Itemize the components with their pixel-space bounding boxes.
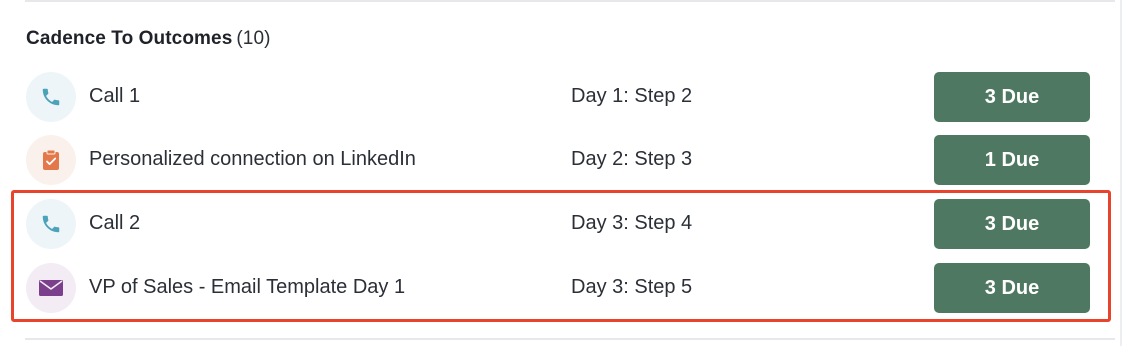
due-button[interactable]: 3 Due [934, 199, 1090, 249]
row-step: Day 3: Step 4 [571, 212, 693, 234]
bottom-divider [25, 338, 1115, 340]
row-step: Day 2: Step 3 [571, 148, 693, 170]
section-count: (10) [236, 28, 271, 49]
top-divider [25, 0, 1115, 2]
due-button[interactable]: 3 Due [934, 72, 1090, 122]
list-item[interactable]: Call 1 Day 1: Step 2 3 Due [0, 72, 1122, 122]
call-type-badge [26, 199, 76, 249]
row-name[interactable]: Call 2 [89, 212, 140, 235]
row-name[interactable]: Personalized connection on LinkedIn [89, 148, 416, 171]
section-header: Cadence To Outcomes (10) [26, 28, 271, 50]
row-name[interactable]: Call 1 [89, 85, 140, 108]
phone-icon [42, 215, 60, 233]
row-name[interactable]: VP of Sales - Email Template Day 1 [89, 276, 405, 299]
list-item[interactable]: Call 2 Day 3: Step 4 3 Due [0, 199, 1122, 249]
list-item[interactable]: VP of Sales - Email Template Day 1 Day 3… [0, 263, 1122, 313]
clipboard-icon [43, 149, 59, 170]
due-button[interactable]: 3 Due [934, 263, 1090, 313]
row-step: Day 1: Step 2 [571, 85, 693, 107]
envelope-icon [39, 280, 63, 296]
phone-icon [42, 88, 60, 106]
email-type-badge [26, 263, 76, 313]
row-step: Day 3: Step 5 [571, 276, 693, 298]
call-type-badge [26, 72, 76, 122]
list-item[interactable]: Personalized connection on LinkedIn Day … [0, 135, 1122, 185]
cadence-outcomes-panel: Cadence To Outcomes (10) Call 1 Day 1: St… [0, 0, 1122, 346]
due-button[interactable]: 1 Due [934, 135, 1090, 185]
section-title: Cadence To Outcomes [26, 28, 233, 49]
task-type-badge [26, 135, 76, 185]
